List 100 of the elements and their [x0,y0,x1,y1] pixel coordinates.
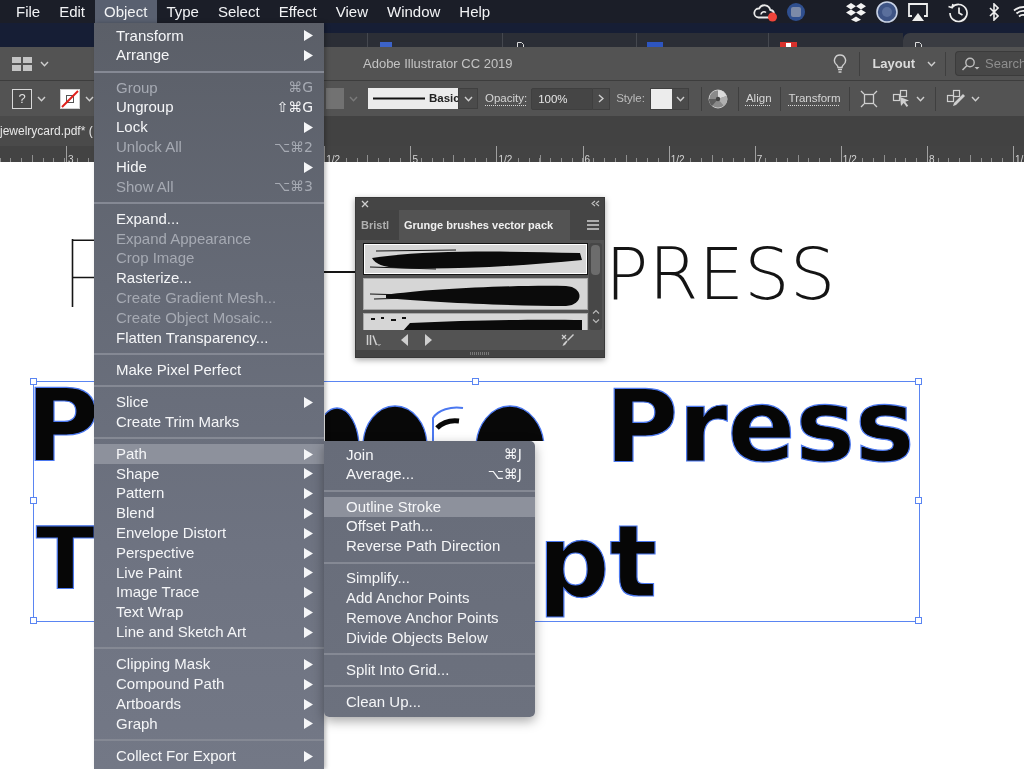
menu-item[interactable]: Average... ⌥⌘J [324,464,535,485]
document-tab[interactable]: jewelrycard.pdf* ( [0,116,94,146]
menu-item[interactable]: Pattern [94,483,324,504]
opacity-arrow-button[interactable] [593,87,611,110]
menu-item[interactable]: Compound Path [94,674,324,695]
selection-handle[interactable] [915,617,922,624]
menu-item[interactable]: Collect For Export [94,746,324,766]
align-link[interactable]: Align [745,89,772,108]
opacity-link[interactable]: Opacity: [485,89,528,108]
menu-item[interactable]: Ungroup ⇧⌘G [94,97,324,118]
selection-handle[interactable] [30,378,37,385]
menu-item[interactable]: Join ⌘J [324,445,535,465]
lightbulb-icon[interactable] [833,53,848,74]
menu-item[interactable]: Slice [94,392,324,413]
submenu-arrow-icon [304,396,313,408]
search-icon[interactable] [961,56,981,71]
shortcut-text: ⌘G [288,78,313,98]
menu-item[interactable]: Remove Anchor Points [324,608,535,629]
books-icon[interactable] [366,334,381,347]
dropdown-button[interactable] [458,88,478,109]
collapse-icon[interactable] [591,200,600,208]
avatar-icon[interactable] [876,0,898,23]
menu-item[interactable]: Clean Up... [324,692,535,713]
scrollbar[interactable] [589,242,602,330]
menu-bar-item[interactable]: Type [156,0,209,23]
fill-swatch[interactable]: ? [12,88,32,109]
previous-icon[interactable] [401,334,408,347]
menu-item[interactable]: Split Into Grid... [324,660,535,681]
menu-item[interactable]: Lock [94,117,324,138]
menu-bar-item[interactable]: Object [94,0,157,23]
menu-item[interactable]: Line and Sketch Art [94,622,324,643]
menu-item[interactable]: Live Paint [94,563,324,583]
selection-handle[interactable] [915,497,922,504]
wifi-icon[interactable] [1013,3,1024,20]
brush-list-item[interactable] [363,277,588,310]
menu-bar-item[interactable]: File [6,0,50,23]
menu-item[interactable]: Outline Stroke [324,496,535,517]
menu-item[interactable]: Flatten Transparency... [94,327,324,348]
menu-item[interactable]: Graph [94,713,324,734]
menu-item[interactable]: Make Pixel Perfect [94,360,324,380]
menu-item[interactable]: Envelope Distort [94,523,324,544]
cloud-icon[interactable] [752,1,778,22]
menu-item[interactable]: Text Wrap [94,602,324,623]
bounding-box-icon[interactable] [859,89,878,108]
menu-bar-item[interactable]: Select [208,0,270,23]
menu-item[interactable]: Path [94,444,324,464]
menu-item[interactable]: Artboards [94,694,324,714]
squares-pencil-icon[interactable] [945,88,966,109]
workspace-switcher-icon[interactable] [12,56,32,71]
scrollbar-thumb[interactable] [591,244,600,275]
tab-favicon-icon [380,42,392,47]
menu-item[interactable]: Blend [94,503,324,524]
app-icon[interactable] [787,2,805,21]
menu-item[interactable]: Create Trim Marks [94,412,324,432]
bluetooth-icon[interactable] [989,2,999,21]
menu-item[interactable]: Arrange [94,45,324,66]
workspace-button[interactable]: Layout [872,53,936,74]
selection-handle[interactable] [30,497,37,504]
resize-grip-icon[interactable] [470,352,490,355]
submenu-arrow-icon [304,607,313,618]
submenu-arrow-icon [304,30,313,42]
menu-bar-item[interactable]: Edit [49,0,95,23]
transform-link[interactable]: Transform [788,89,841,108]
menu-bar-item[interactable]: Help [449,0,500,23]
color-wheel-icon[interactable] [707,88,728,109]
menu-item[interactable]: Rasterize... [94,268,324,289]
diamonds-icon[interactable] [845,1,867,22]
menu-item[interactable]: Transform [94,26,324,46]
squares-pointer-icon[interactable] [891,88,912,109]
menu-item[interactable]: Divide Objects Below [324,628,535,648]
stroke-profile-dropdown[interactable]: Basic [368,88,458,109]
menu-item[interactable]: Add Anchor Points [324,588,535,609]
menu-item[interactable]: Perspective [94,543,324,563]
opacity-input[interactable]: 100% [531,87,594,110]
menu-icon[interactable] [587,219,599,230]
chevron-down-icon[interactable] [591,318,600,324]
airplay-icon[interactable] [907,1,929,22]
brush-remove-icon[interactable] [561,333,574,348]
menu-item[interactable]: Clipping Mask [94,654,324,675]
next-icon[interactable] [425,334,432,347]
menu-item[interactable]: Reverse Path Direction [324,536,535,557]
value-field[interactable] [326,88,344,109]
menu-item[interactable]: Shape [94,464,324,484]
menu-bar-item[interactable]: Effect [269,0,327,23]
brush-list-item[interactable] [363,242,588,275]
stroke-swatch-icon[interactable] [60,88,80,109]
menu-bar-item[interactable]: View [326,0,378,23]
selection-handle[interactable] [915,378,922,385]
selection-handle[interactable] [30,617,37,624]
menu-item[interactable]: Simplify... [324,568,535,589]
style-dropdown[interactable] [649,87,689,110]
selection-handle[interactable] [472,378,479,385]
menu-item[interactable]: Offset Path... [324,516,535,537]
menu-item[interactable]: Expand... [94,209,324,229]
panel-tab[interactable]: Grunge brushes vector pack [399,209,570,240]
close-icon[interactable] [361,199,369,208]
menu-bar-item[interactable]: Window [377,0,450,23]
chevron-up-icon[interactable] [591,308,600,314]
menu-item[interactable]: Hide [94,157,324,177]
menu-item[interactable]: Image Trace [94,582,324,603]
